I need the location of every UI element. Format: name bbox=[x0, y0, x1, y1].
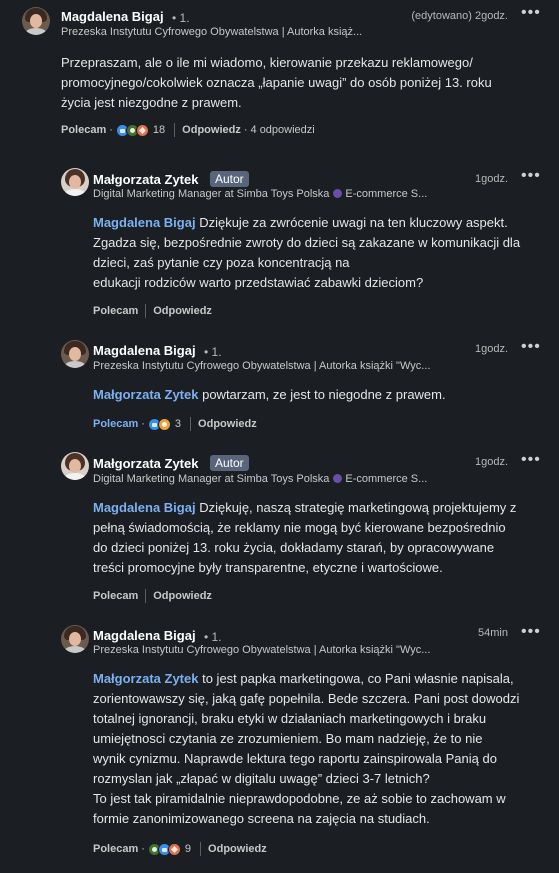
comment-actions: Polecam · 3 Odpowiedz bbox=[93, 417, 257, 431]
love-reaction-icon bbox=[167, 842, 181, 856]
author-badge: Autor bbox=[210, 455, 249, 471]
company-dot-icon bbox=[333, 474, 343, 483]
timestamp: 1godz. bbox=[474, 173, 508, 185]
reply-button[interactable]: Odpowiedz bbox=[208, 843, 267, 855]
divider bbox=[174, 123, 176, 137]
comment-text-line: treści promocyjne były transparentne, et… bbox=[93, 560, 443, 575]
comment-text-line: promocyjnego/cokolwiek oznacza „łapanie … bbox=[61, 75, 492, 90]
author-name[interactable]: Magdalena Bigaj bbox=[93, 628, 196, 643]
reply-button[interactable]: Odpowiedz bbox=[153, 590, 212, 602]
author-name[interactable]: Małgorzata Zytek bbox=[93, 456, 198, 471]
more-options-icon[interactable]: ••• bbox=[521, 338, 541, 356]
reply-button[interactable]: Odpowiedz bbox=[182, 124, 241, 136]
comment-text-line: To jest tak piramidalnie nieprawdopodobn… bbox=[93, 791, 506, 806]
comment-text-line: formie zanonimizowanego screena na zajęc… bbox=[93, 811, 430, 826]
mention-link[interactable]: Magdalena Bigaj bbox=[93, 215, 196, 230]
mention-link[interactable]: Małgorzata Zytek bbox=[93, 387, 198, 402]
comment-text-line: Dziękuje za zwrócenie uwagi na ten klucz… bbox=[195, 215, 508, 230]
reaction-icons[interactable] bbox=[147, 417, 171, 431]
comment-actions: Polecam · 9 Odpowiedz bbox=[93, 842, 267, 856]
comment-text-line: zorientowawszy się, jaką gafę popełnila.… bbox=[93, 691, 520, 706]
comment-text-line: Zgadza się, bezpośrednie zwroty do dziec… bbox=[93, 235, 521, 250]
like-button[interactable]: Polecam bbox=[93, 305, 138, 317]
comment-text: Małgorzata Zytek to jest papka marketing… bbox=[93, 669, 553, 829]
company-dot-icon bbox=[333, 189, 343, 198]
timestamp: (edytowano) 2godz. bbox=[411, 10, 508, 22]
author-headline: Digital Marketing Manager at Simba Toys … bbox=[93, 473, 458, 485]
author-headline: Digital Marketing Manager at Simba Toys … bbox=[93, 188, 458, 200]
reaction-icons[interactable] bbox=[147, 842, 181, 856]
comment-text-line: życia jest niezgodne z prawem. bbox=[61, 95, 242, 110]
author-badge: Autor bbox=[210, 171, 249, 187]
more-options-icon[interactable]: ••• bbox=[521, 167, 541, 185]
more-options-icon[interactable]: ••• bbox=[521, 451, 541, 469]
separator-dot: · bbox=[141, 418, 145, 430]
reaction-count[interactable]: 18 bbox=[153, 124, 165, 136]
comment-text-line: totalnej ignorancji, braku etyki w dział… bbox=[93, 711, 487, 726]
comment-text-line: umiejętnosci czytania ze zrozumieniem. B… bbox=[93, 731, 483, 746]
comment-text-line: rozmyslan jak „złapać w digitalu uwagę” … bbox=[93, 771, 430, 786]
divider bbox=[145, 589, 147, 603]
comment-actions: Polecam Odpowiedz bbox=[93, 304, 212, 318]
headline-extra: E-commerce S... bbox=[345, 188, 428, 200]
separator-dot: · bbox=[141, 843, 145, 855]
headline-text: Digital Marketing Manager at Simba Toys … bbox=[93, 473, 330, 485]
headline-text: Digital Marketing Manager at Simba Toys … bbox=[93, 188, 330, 200]
more-options-icon[interactable]: ••• bbox=[521, 4, 541, 22]
replies-count-link[interactable]: 4 odpowiedzi bbox=[251, 124, 315, 136]
connection-degree: • 1. bbox=[204, 630, 222, 644]
avatar[interactable] bbox=[61, 625, 89, 653]
comment-text: Małgorzata Zytek powtarzam, ze jest to n… bbox=[93, 385, 553, 405]
author-headline: Prezeska Instytutu Cyfrowego Obywatelstw… bbox=[61, 26, 363, 38]
mention-link[interactable]: Magdalena Bigaj bbox=[93, 500, 196, 515]
divider bbox=[190, 417, 192, 431]
headline-extra: E-commerce S... bbox=[345, 473, 428, 485]
timestamp: 54min bbox=[478, 627, 508, 639]
like-button[interactable]: Polecam bbox=[93, 418, 138, 430]
author-name[interactable]: Magdalena Bigaj bbox=[61, 9, 164, 24]
avatar[interactable] bbox=[22, 7, 50, 35]
like-button[interactable]: Polecam bbox=[93, 590, 138, 602]
comment-text-line: powtarzam, ze jest to niegodne z prawem. bbox=[198, 387, 446, 402]
more-options-icon[interactable]: ••• bbox=[521, 623, 541, 641]
reply-button[interactable]: Odpowiedz bbox=[153, 305, 212, 317]
author-name[interactable]: Małgorzata Zytek bbox=[93, 172, 198, 187]
comment-text-line: Dziękuję, naszą strategię marketingową p… bbox=[195, 500, 517, 515]
comment-text: Przepraszam, ale o ile mi wiadomo, kiero… bbox=[61, 53, 541, 113]
connection-degree: • 1. bbox=[172, 11, 190, 25]
like-button[interactable]: Polecam bbox=[61, 124, 106, 136]
reaction-count[interactable]: 3 bbox=[175, 418, 181, 430]
comment-text-line: pełną świadomością, że reklamy nie mogą … bbox=[93, 520, 506, 535]
connection-degree: • 1. bbox=[204, 345, 222, 359]
reaction-icons[interactable] bbox=[115, 123, 149, 137]
reaction-count[interactable]: 9 bbox=[185, 843, 191, 855]
comment-text: Magdalena Bigaj Dziękuje za zwrócenie uw… bbox=[93, 213, 553, 293]
separator-dot: · bbox=[243, 124, 248, 136]
mention-link[interactable]: Małgorzata Zytek bbox=[93, 671, 198, 686]
comment-text-line: wynik cynizmu. Naprawde lektura tego rap… bbox=[93, 751, 497, 766]
comment-text-line: edukacji rodziców warto przedstawiać zab… bbox=[93, 275, 424, 290]
timestamp: 1godz. bbox=[474, 343, 508, 355]
support-reaction-icon bbox=[157, 417, 171, 431]
author-headline: Prezeska Instytutu Cyfrowego Obywatelstw… bbox=[93, 360, 431, 372]
comment-actions: Polecam Odpowiedz bbox=[93, 589, 212, 603]
love-reaction-icon bbox=[135, 123, 149, 137]
comment-text-line: Przepraszam, ale o ile mi wiadomo, kiero… bbox=[61, 55, 473, 70]
divider bbox=[145, 304, 147, 318]
separator-dot: · bbox=[109, 124, 113, 136]
author-headline: Prezeska Instytutu Cyfrowego Obywatelstw… bbox=[93, 644, 431, 656]
comment-text-line: to jest papka marketingowa, co Pani włas… bbox=[198, 671, 514, 686]
comment-text: Magdalena Bigaj Dziękuję, naszą strategi… bbox=[93, 498, 553, 578]
timestamp: 1godz. bbox=[474, 456, 508, 468]
avatar[interactable] bbox=[61, 452, 89, 480]
author-name[interactable]: Magdalena Bigaj bbox=[93, 343, 196, 358]
avatar[interactable] bbox=[61, 340, 89, 368]
comment-text-line: dzieci, zaś pytanie czy poza koncentracj… bbox=[93, 255, 350, 270]
like-button[interactable]: Polecam bbox=[93, 843, 138, 855]
divider bbox=[200, 842, 202, 856]
avatar[interactable] bbox=[61, 168, 89, 196]
reply-button[interactable]: Odpowiedz bbox=[198, 418, 257, 430]
comment-text-line: do dzieci poniżej 13. roku życia, dokład… bbox=[93, 540, 495, 555]
comment-actions: Polecam · 18 Odpowiedz · 4 odpowiedzi bbox=[61, 123, 315, 137]
